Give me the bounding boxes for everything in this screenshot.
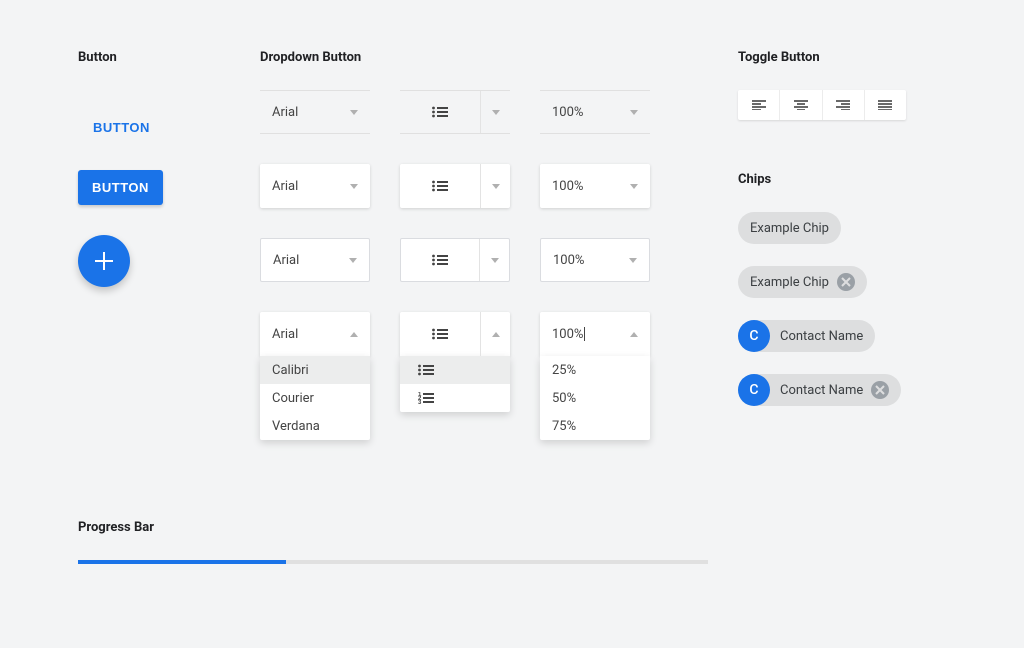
zoom-dropdown-menu: 25% 50% 75% xyxy=(540,356,650,440)
dropdown-value: 100% xyxy=(552,179,583,194)
chip-basic[interactable]: Example Chip xyxy=(738,212,841,244)
font-dropdown-menu: Calibri Courier Verdana xyxy=(260,356,370,440)
zoom-dropdown-open[interactable]: 100% xyxy=(540,312,650,356)
chip-removable[interactable]: Example Chip xyxy=(738,266,867,298)
numbered-list-icon: 1 2 3 xyxy=(418,392,434,404)
chip-contact[interactable]: C Contact Name xyxy=(738,320,875,352)
close-icon xyxy=(875,385,885,395)
font-dropdown-contained[interactable]: Arial xyxy=(260,238,370,282)
bulleted-list-icon xyxy=(432,254,448,266)
chip-avatar: C xyxy=(738,320,770,352)
dropdown-option[interactable]: 25% xyxy=(540,356,650,384)
chevron-down-icon xyxy=(491,258,499,263)
dropdown-value: Arial xyxy=(272,327,298,342)
chevron-down-icon xyxy=(629,258,637,263)
align-center-icon xyxy=(794,100,808,110)
section-heading-toggle: Toggle Button xyxy=(738,50,958,65)
font-dropdown-open[interactable]: Arial xyxy=(260,312,370,356)
font-dropdown-raised[interactable]: Arial xyxy=(260,164,370,208)
chevron-down-icon xyxy=(349,258,357,263)
dropdown-option-bulleted[interactable] xyxy=(400,356,510,384)
close-icon xyxy=(841,277,851,287)
chevron-down-icon xyxy=(492,184,500,189)
dropdown-editable-value[interactable]: 100% xyxy=(552,327,585,342)
font-dropdown-flat[interactable]: Arial xyxy=(260,90,370,134)
chevron-down-icon xyxy=(492,110,500,115)
zoom-dropdown-contained[interactable]: 100% xyxy=(540,238,650,282)
list-dropdown-contained[interactable] xyxy=(400,238,510,282)
chevron-down-icon xyxy=(350,184,358,189)
align-center-button[interactable] xyxy=(779,90,821,120)
chevron-up-icon xyxy=(350,332,358,337)
dropdown-value: 100% xyxy=(552,105,583,120)
dropdown-option[interactable]: Verdana xyxy=(260,412,370,440)
chevron-up-icon xyxy=(630,332,638,337)
bulleted-list-icon xyxy=(432,106,448,118)
bulleted-list-icon xyxy=(432,180,448,192)
chip-label: Example Chip xyxy=(750,275,829,290)
chip-label: Contact Name xyxy=(780,329,863,344)
section-heading-button: Button xyxy=(78,50,238,65)
chevron-down-icon xyxy=(350,110,358,115)
chip-avatar: C xyxy=(738,374,770,406)
chip-label: Contact Name xyxy=(780,383,863,398)
bulleted-list-icon xyxy=(418,364,434,376)
chip-contact-removable[interactable]: C Contact Name xyxy=(738,374,901,406)
plus-icon xyxy=(95,252,113,270)
chip-remove-button[interactable] xyxy=(837,273,855,291)
list-dropdown-menu: 1 2 3 xyxy=(400,356,510,412)
flat-button[interactable]: BUTTON xyxy=(78,110,165,145)
fab-add-button[interactable] xyxy=(78,235,130,287)
dropdown-option-numbered[interactable]: 1 2 3 xyxy=(400,384,510,412)
zoom-dropdown-flat[interactable]: 100% xyxy=(540,90,650,134)
chip-remove-button[interactable] xyxy=(871,381,889,399)
align-right-button[interactable] xyxy=(822,90,864,120)
progress-fill xyxy=(78,560,286,564)
section-heading-progress: Progress Bar xyxy=(78,520,708,535)
progress-bar xyxy=(78,560,708,564)
dropdown-option[interactable]: Calibri xyxy=(260,356,370,384)
list-dropdown-flat[interactable] xyxy=(400,90,510,134)
chevron-down-icon xyxy=(630,184,638,189)
chevron-down-icon xyxy=(630,110,638,115)
raised-button[interactable]: BUTTON xyxy=(78,170,163,205)
list-dropdown-open[interactable] xyxy=(400,312,510,356)
dropdown-value: Arial xyxy=(273,253,299,268)
svg-text:3: 3 xyxy=(418,400,422,404)
align-justify-icon xyxy=(878,100,892,110)
align-left-icon xyxy=(752,100,766,110)
text-cursor-icon xyxy=(584,327,585,341)
dropdown-value: Arial xyxy=(272,105,298,120)
dropdown-option[interactable]: 75% xyxy=(540,412,650,440)
section-heading-dropdown: Dropdown Button xyxy=(260,50,700,65)
chip-label: Example Chip xyxy=(750,221,829,236)
dropdown-option[interactable]: 50% xyxy=(540,384,650,412)
dropdown-option[interactable]: Courier xyxy=(260,384,370,412)
bulleted-list-icon xyxy=(432,328,448,340)
dropdown-value: 100% xyxy=(553,253,584,268)
section-heading-chips: Chips xyxy=(738,172,978,187)
zoom-dropdown-raised[interactable]: 100% xyxy=(540,164,650,208)
list-dropdown-raised[interactable] xyxy=(400,164,510,208)
align-left-button[interactable] xyxy=(738,90,779,120)
dropdown-value: Arial xyxy=(272,179,298,194)
text-align-toggle-group xyxy=(738,90,906,120)
chevron-up-icon xyxy=(492,332,500,337)
align-right-icon xyxy=(836,100,850,110)
align-justify-button[interactable] xyxy=(864,90,906,120)
